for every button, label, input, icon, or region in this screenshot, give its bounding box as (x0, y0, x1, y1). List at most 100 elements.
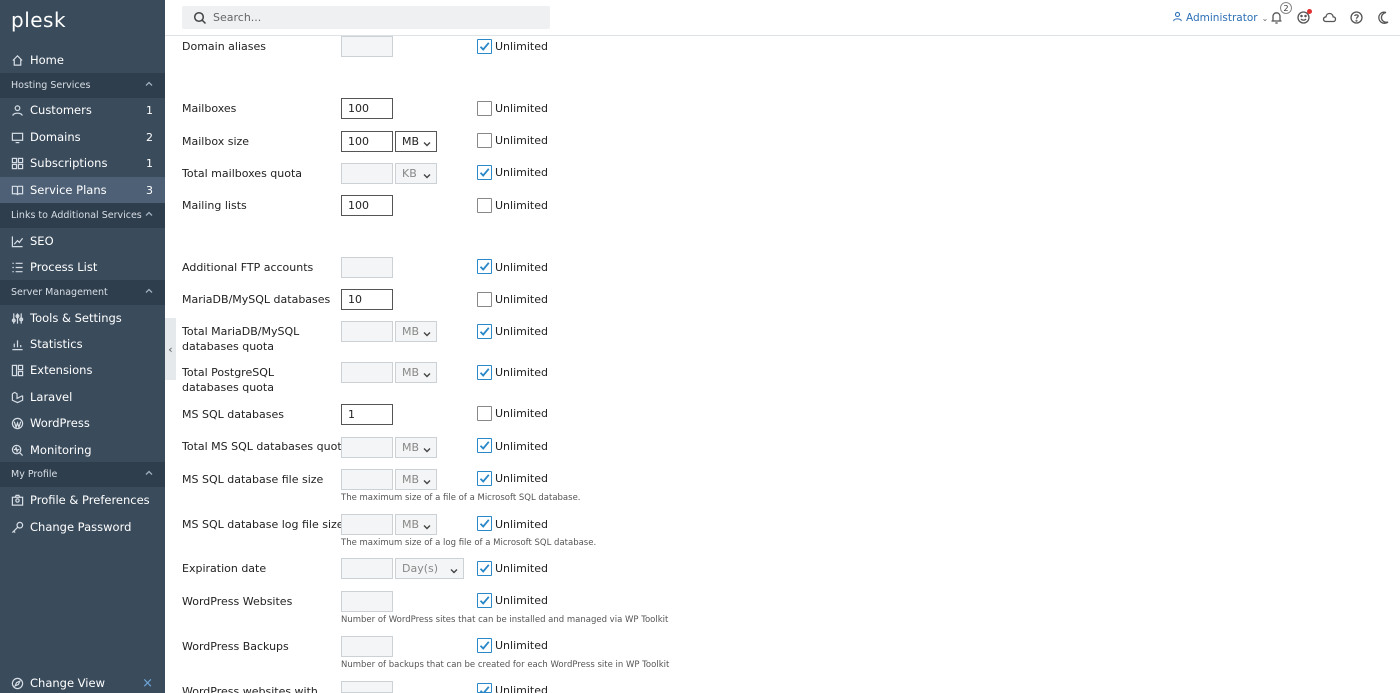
domain-aliases-input[interactable] (341, 36, 393, 57)
sidebar-collapse-handle[interactable]: ‹ (165, 318, 176, 380)
wordpress-websites-with-unlimited-checkbox[interactable] (477, 683, 492, 693)
mailing-lists-unlimited-checkbox[interactable] (477, 198, 492, 213)
mailboxes-unlimited-checkbox[interactable] (477, 101, 492, 116)
change-view-button[interactable]: Change View × (0, 670, 165, 693)
wordpress-backups-unlimited-checkbox[interactable] (477, 638, 492, 653)
unlimited-label: Unlimited (495, 40, 548, 53)
total-mssql-quota-unit-select[interactable]: MB (395, 437, 437, 458)
wordpress-icon (11, 417, 24, 430)
user-name: Administrator (1186, 12, 1258, 24)
total-postgresql-quota-unit-select[interactable]: MB (395, 362, 437, 383)
row-label-additional-ftp-accounts: Additional FTP accounts (182, 261, 314, 274)
mssql-file-size-input[interactable] (341, 469, 393, 490)
sidebar-item-service-plans[interactable]: Service Plans 3 (0, 177, 165, 203)
sidebar-item-subscriptions[interactable]: Subscriptions 1 (0, 150, 165, 176)
mssql-databases-unlimited-checkbox[interactable] (477, 406, 492, 421)
total-mailboxes-quota-input[interactable] (341, 163, 393, 184)
wordpress-websites-input[interactable] (341, 591, 393, 612)
section-links-additional-services[interactable]: Links to Additional Services (0, 203, 165, 228)
sidebar-item-statistics[interactable]: Statistics (0, 331, 165, 357)
wordpress-backups-input[interactable] (341, 636, 393, 657)
grid-icon (11, 157, 24, 170)
total-mssql-quota-unlimited-checkbox[interactable] (477, 438, 492, 453)
section-hosting-services[interactable]: Hosting Services (0, 73, 165, 98)
chevron-down-icon: ⌄ (1261, 13, 1269, 23)
mariadb-databases-unlimited-checkbox[interactable] (477, 292, 492, 307)
user-menu[interactable]: Administrator ⌄ (1172, 11, 1268, 25)
compass-icon (11, 677, 24, 690)
total-mssql-quota-input[interactable] (341, 437, 393, 458)
sidebar-item-profile-preferences[interactable]: Profile & Preferences (0, 487, 165, 513)
sidebar-item-change-password[interactable]: Change Password (0, 514, 165, 540)
mariadb-databases-input[interactable] (341, 289, 393, 310)
mailbox-size-input[interactable] (341, 131, 393, 152)
search-box[interactable] (182, 6, 550, 29)
total-postgresql-quota-unlimited-checkbox[interactable] (477, 365, 492, 380)
sidebar-item-seo[interactable]: SEO (0, 228, 165, 254)
expiration-date-input[interactable] (341, 558, 393, 579)
chevron-up-icon (144, 209, 154, 219)
mssql-log-file-size-input[interactable] (341, 514, 393, 535)
row-label-total-mssql-quota: Total MS SQL databases quota (182, 440, 349, 453)
sidebar-item-label: Laravel (30, 390, 73, 404)
chevron-down-icon (423, 521, 431, 530)
row-label-mailbox-size: Mailbox size (182, 135, 250, 148)
unlimited-label: Unlimited (495, 562, 548, 575)
select-value: MB (402, 135, 420, 148)
sidebar-item-monitoring[interactable]: Monitoring (0, 437, 165, 463)
mssql-log-file-size-unlimited-checkbox[interactable] (477, 516, 492, 531)
mssql-file-size-unlimited-checkbox[interactable] (477, 471, 492, 486)
wordpress-websites-unlimited-checkbox[interactable] (477, 593, 492, 608)
total-mariadb-quota-unit-select[interactable]: MB (395, 321, 437, 342)
sidebar-item-domains[interactable]: Domains 2 (0, 124, 165, 150)
mssql-databases-input[interactable] (341, 404, 393, 425)
sidebar-item-wordpress[interactable]: WordPress (0, 410, 165, 436)
wordpress-websites-with-input[interactable] (341, 681, 393, 693)
row-label-expiration-date: Expiration date (182, 562, 267, 575)
sidebar-item-label: Subscriptions (30, 156, 108, 170)
sidebar-item-extensions[interactable]: Extensions (0, 357, 165, 383)
plesk-logo[interactable]: plesk (11, 8, 66, 32)
mailing-lists-input[interactable] (341, 195, 393, 216)
total-mariadb-quota-input[interactable] (341, 321, 393, 342)
domain-aliases-unlimited-checkbox[interactable] (477, 39, 492, 54)
expiration-date-unit-select[interactable]: Day(s) (395, 558, 464, 579)
item-count: 3 (146, 183, 153, 197)
unlimited-label: Unlimited (495, 407, 548, 420)
section-my-profile[interactable]: My Profile (0, 462, 165, 487)
expiration-date-unlimited-checkbox[interactable] (477, 561, 492, 576)
mssql-file-size-unit-select[interactable]: MB (395, 469, 437, 490)
sidebar-item-process-list[interactable]: Process List (0, 254, 165, 280)
total-mailboxes-quota-unlimited-checkbox[interactable] (477, 165, 492, 180)
cloud-icon[interactable] (1322, 10, 1337, 25)
search-input[interactable] (213, 11, 513, 24)
section-server-management[interactable]: Server Management (0, 280, 165, 305)
sidebar-item-home[interactable]: Home (0, 47, 165, 73)
help-icon[interactable] (1349, 10, 1364, 25)
dark-mode-icon[interactable] (1376, 10, 1391, 25)
sidebar-item-customers[interactable]: Customers 1 (0, 97, 165, 123)
row-label-total-postgresql-quota: Total PostgreSQL databases quota (182, 366, 275, 394)
sliders-icon (11, 312, 24, 325)
mailbox-size-unlimited-checkbox[interactable] (477, 133, 492, 148)
close-icon[interactable]: × (142, 676, 153, 691)
total-postgresql-quota-input[interactable] (341, 362, 393, 383)
unlimited-label: Unlimited (495, 440, 548, 453)
total-mariadb-quota-unlimited-checkbox[interactable] (477, 324, 492, 339)
mssql-log-file-size-unit-select[interactable]: MB (395, 514, 437, 535)
row-label-mssql-databases: MS SQL databases (182, 408, 284, 421)
mailbox-size-unit-select[interactable]: MB (395, 131, 437, 152)
total-mailboxes-quota-unit-select[interactable]: KB (395, 163, 437, 184)
chevron-up-icon (144, 286, 154, 296)
laravel-icon (11, 391, 24, 404)
item-count: 1 (146, 156, 153, 170)
additional-ftp-unlimited-checkbox[interactable] (477, 259, 492, 274)
unlimited-label: Unlimited (495, 472, 548, 485)
sidebar-item-tools-settings[interactable]: Tools & Settings (0, 305, 165, 331)
mailboxes-input[interactable] (341, 98, 393, 119)
sidebar-item-label: Change Password (30, 520, 132, 534)
field-hint: The maximum size of a file of a Microsof… (341, 493, 581, 503)
sidebar-item-laravel[interactable]: Laravel (0, 384, 165, 410)
additional-ftp-accounts-input[interactable] (341, 257, 393, 278)
chevron-left-icon: ‹ (168, 342, 173, 356)
